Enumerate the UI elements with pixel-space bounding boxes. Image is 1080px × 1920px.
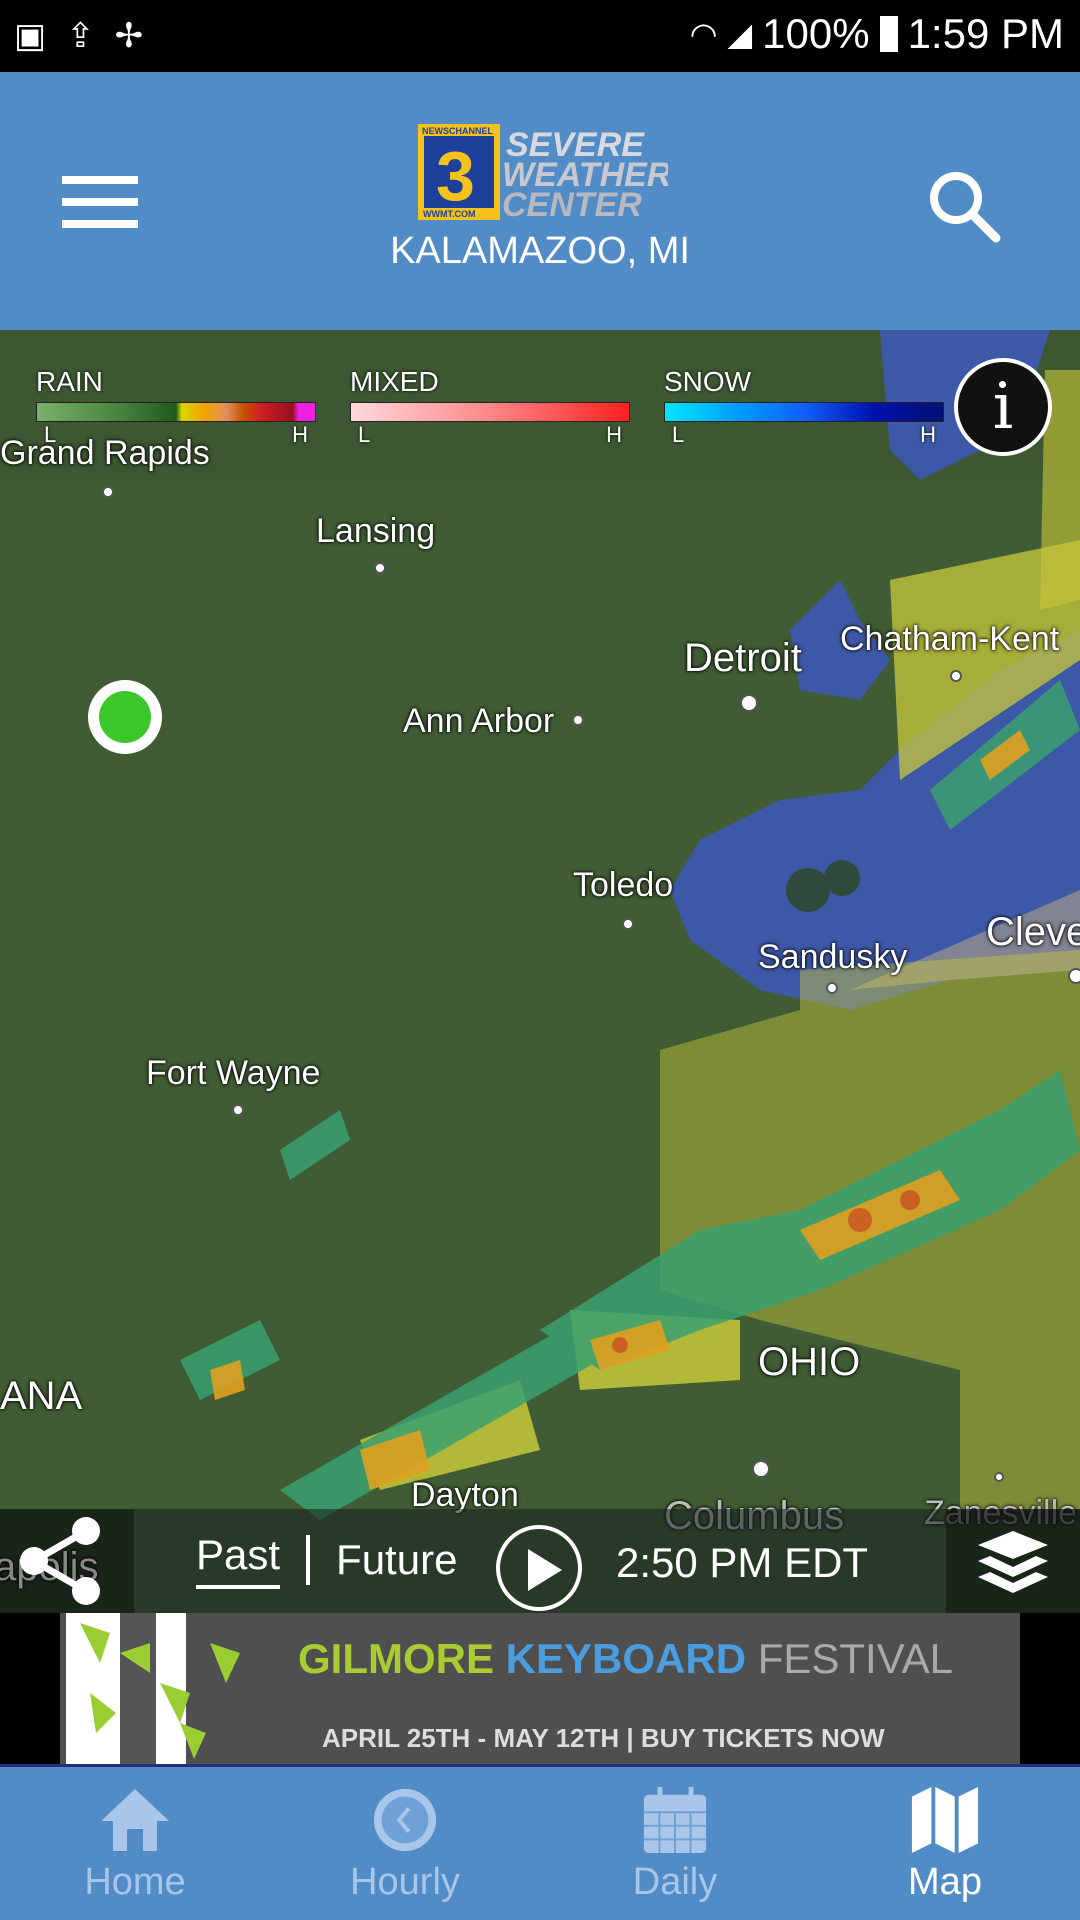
map-label: Cleve — [986, 910, 1080, 954]
map-label: Chatham-Kent — [840, 620, 1060, 658]
map-label: Detroit — [684, 636, 802, 680]
city-dot — [374, 562, 386, 574]
nav-daily[interactable]: Daily — [540, 1767, 810, 1920]
nav-home[interactable]: Home — [0, 1767, 270, 1920]
ad-word: FESTIVAL — [757, 1635, 953, 1682]
city-dot — [950, 670, 962, 682]
ad-word: GILMORE — [298, 1635, 494, 1682]
nav-label: Home — [84, 1861, 186, 1903]
ad-headline: GILMORE KEYBOARD FESTIVAL — [298, 1635, 953, 1683]
map-label: Sandusky — [758, 938, 908, 976]
legend-snow-label: SNOW — [664, 366, 752, 397]
playback-bar: apolis Past Future 2:50 PM EDT — [0, 1509, 1080, 1613]
map-label: Grand Rapids — [0, 434, 210, 472]
city-dot — [1068, 968, 1080, 984]
nav-map[interactable]: Map — [810, 1767, 1080, 1920]
legend-low: L — [672, 422, 685, 447]
tab-future[interactable]: Future — [336, 1536, 457, 1584]
svg-text:3: 3 — [436, 137, 475, 215]
city-dot — [102, 486, 114, 498]
legend-mixed-bar — [350, 402, 630, 422]
layers-icon — [978, 1531, 1048, 1593]
svg-text:WWMT.COM: WWMT.COM — [423, 209, 475, 219]
legend-high: H — [920, 422, 936, 447]
nav-label: Daily — [632, 1861, 718, 1903]
legend-rain-label: RAIN — [36, 366, 103, 397]
app-header: NEWSCHANNEL 3 WWMT.COM SEVERE WEATHER CE… — [0, 72, 1080, 330]
nav-label: Hourly — [350, 1861, 460, 1903]
play-button[interactable] — [496, 1525, 582, 1611]
image-icon: ▣ — [14, 16, 47, 56]
city-dot — [826, 982, 838, 994]
calendar-icon — [643, 1786, 707, 1854]
map-imagery — [0, 330, 1080, 1613]
tab-past[interactable]: Past — [196, 1531, 281, 1589]
clock: 1:59 PM — [907, 10, 1064, 57]
pinwheel-icon: ✢ — [114, 16, 144, 56]
wifi-icon: ◠ — [689, 16, 718, 52]
clock-icon — [373, 1788, 437, 1852]
status-bar: ▣ ⇪ ✢ ◠ ◢ 100% 1:59 PM — [0, 0, 1080, 72]
city-dot — [622, 918, 634, 930]
layers-button[interactable] — [946, 1509, 1080, 1613]
nav-label: Map — [908, 1861, 982, 1903]
location-title[interactable]: KALAMAZOO, MI — [0, 230, 1080, 273]
bottom-nav: Home Hourly Daily Map — [0, 1764, 1080, 1920]
legend-mixed-label: MIXED — [350, 366, 439, 397]
map-label: Fort Wayne — [146, 1054, 321, 1092]
logo: NEWSCHANNEL 3 WWMT.COM SEVERE WEATHER CE… — [418, 124, 668, 220]
home-icon — [101, 1789, 169, 1851]
legend-rain-bar — [36, 402, 316, 422]
info-button[interactable]: i — [954, 358, 1052, 456]
map-label: Toledo — [573, 866, 674, 904]
city-dot — [740, 694, 758, 712]
ad-word: KEYBOARD — [505, 1635, 747, 1682]
city-dot — [232, 1104, 244, 1116]
map-label: Ann Arbor — [403, 702, 555, 740]
share-button[interactable]: apolis — [0, 1509, 134, 1613]
map-label: ANA — [0, 1374, 83, 1418]
nav-hourly[interactable]: Hourly — [270, 1767, 540, 1920]
svg-text:NEWSCHANNEL: NEWSCHANNEL — [422, 126, 494, 136]
battery-percent: 100% — [762, 10, 870, 57]
legend-high: H — [606, 422, 622, 447]
city-dot — [572, 714, 584, 726]
radar-map[interactable]: RAIN LH MIXED LH SNOW LH i Grand Rapids … — [0, 330, 1080, 1613]
menu-icon[interactable] — [62, 176, 138, 228]
tab-divider — [306, 1535, 311, 1585]
city-dot — [752, 1460, 770, 1478]
map-label: Lansing — [316, 512, 436, 550]
signal-icon: ◢ — [727, 16, 753, 52]
legend-high: H — [292, 422, 308, 447]
legend-snow: SNOW L H — [664, 366, 944, 448]
search-icon[interactable] — [926, 168, 1002, 244]
legend-low: L — [358, 422, 371, 447]
legend-mixed: MIXED L H — [350, 366, 630, 448]
battery-icon — [879, 16, 898, 52]
current-location-marker[interactable] — [88, 680, 162, 754]
share-icon — [20, 1517, 100, 1605]
legend-snow-bar — [664, 402, 944, 422]
ad-subline: APRIL 25TH - MAY 12TH | BUY TICKETS NOW — [322, 1723, 885, 1753]
map-icon — [911, 1786, 979, 1854]
map-label: OHIO — [758, 1340, 861, 1384]
svg-text:CENTER: CENTER — [502, 186, 642, 220]
city-dot — [994, 1472, 1004, 1482]
ad-banner[interactable]: GILMORE KEYBOARD FESTIVAL APRIL 25TH - M… — [0, 1613, 1080, 1764]
frame-time: 2:50 PM EDT — [616, 1539, 869, 1586]
upload-icon: ⇪ — [66, 16, 95, 56]
